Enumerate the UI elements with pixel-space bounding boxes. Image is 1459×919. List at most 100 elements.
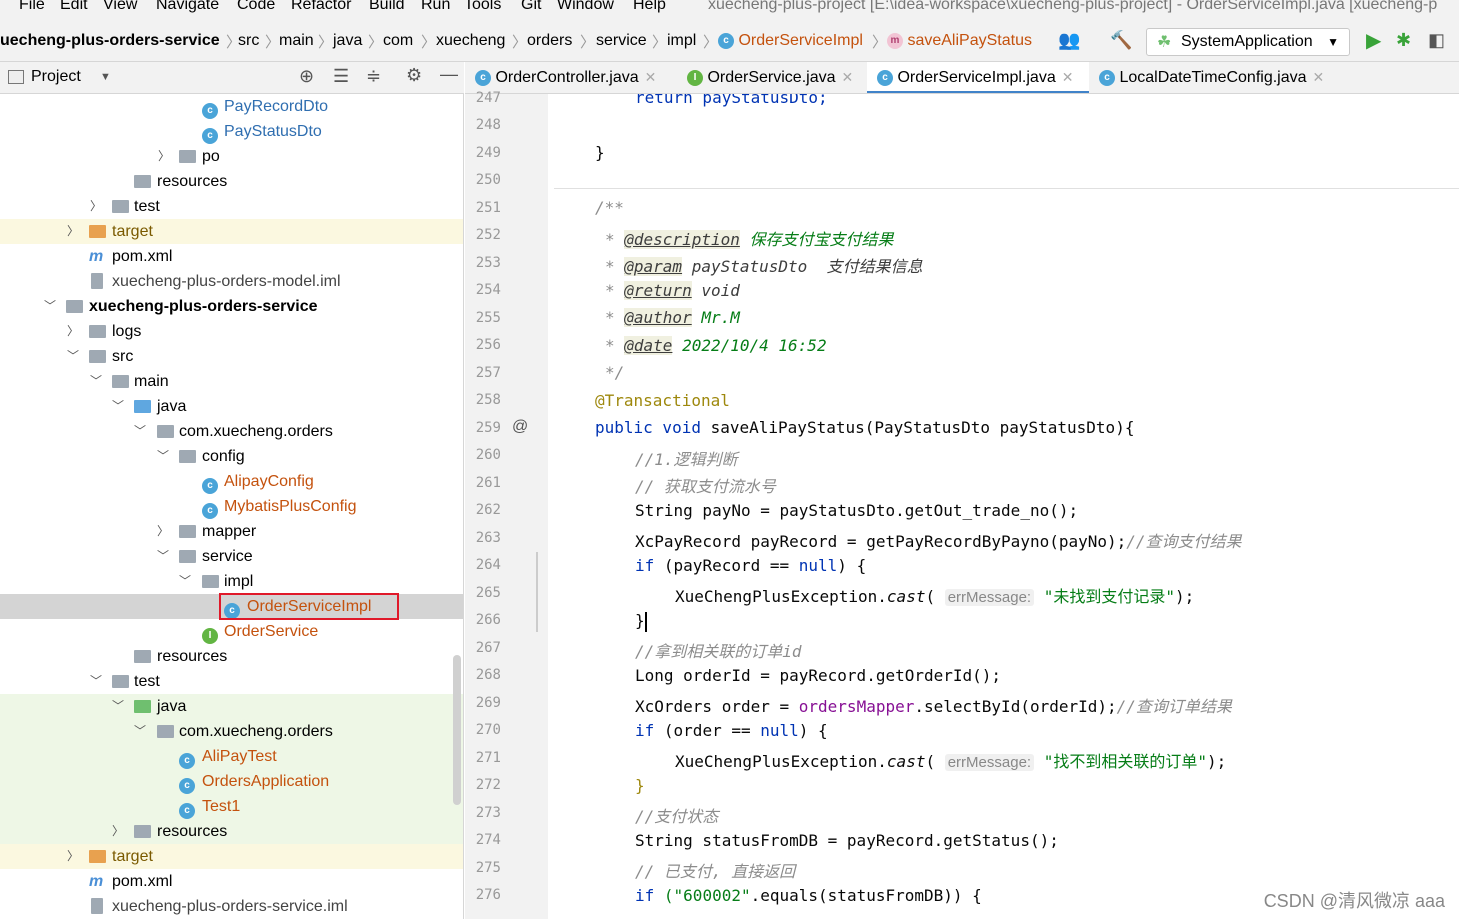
tree-item[interactable]: ﹀ java (0, 394, 463, 419)
tree-item[interactable]: I OrderService (0, 619, 463, 644)
tree-item[interactable]: resources (0, 644, 463, 669)
chevron-right-icon[interactable]: 〉 (67, 319, 79, 344)
tree-item[interactable]: ﹀ impl (0, 569, 463, 594)
tree-item[interactable]: c OrdersApplication (0, 769, 463, 794)
tree-item[interactable]: ﹀ com.xuecheng.orders (0, 719, 463, 744)
tree-item[interactable]: 〉 target (0, 844, 463, 869)
tree-item[interactable]: ﹀ com.xuecheng.orders (0, 419, 463, 444)
tree-item[interactable]: c PayRecordDto (0, 94, 463, 119)
tree-item[interactable]: c MybatisPlusConfig (0, 494, 463, 519)
chevron-down-icon[interactable]: ﹀ (44, 294, 56, 319)
tab-local-date-time-config[interactable]: c LocalDateTimeConfig.java ✕ (1099, 62, 1349, 93)
close-icon[interactable]: ✕ (842, 69, 854, 85)
menu-run[interactable]: Run (421, 0, 450, 14)
menu-view[interactable]: View (103, 0, 137, 14)
tree-item[interactable]: xuecheng-plus-orders-service.iml (0, 894, 463, 919)
chevron-down-icon[interactable]: ﹀ (90, 369, 102, 394)
at-annotation-icon[interactable]: @ (512, 418, 528, 436)
breadcrumb-service[interactable]: service (596, 32, 647, 50)
tree-item[interactable]: xuecheng-plus-orders-model.iml (0, 269, 463, 294)
breadcrumb-com[interactable]: com (383, 32, 413, 50)
chevron-down-icon[interactable]: ﹀ (179, 569, 191, 594)
close-icon[interactable]: ✕ (1062, 69, 1074, 85)
tree-item[interactable]: 〉 test (0, 194, 463, 219)
code-editor[interactable]: return payStatusDto; } /** * @descriptio… (548, 94, 1459, 919)
tab-order-controller[interactable]: c OrderController.java ✕ (475, 62, 675, 93)
menu-file[interactable]: File (19, 0, 45, 14)
chevron-right-icon[interactable]: 〉 (112, 819, 124, 844)
tree-item[interactable]: c PayStatusDto (0, 119, 463, 144)
chevron-right-icon[interactable]: 〉 (67, 219, 79, 244)
breadcrumb-main[interactable]: main (279, 32, 314, 50)
tree-item[interactable]: c AliPayTest (0, 744, 463, 769)
chevron-right-icon[interactable]: 〉 (158, 144, 170, 169)
tree-item-label: AliPayTest (202, 748, 277, 765)
close-icon[interactable]: ✕ (1313, 69, 1325, 85)
tree-item[interactable]: 〉 logs (0, 319, 463, 344)
breadcrumb-xuecheng[interactable]: xuecheng (436, 32, 505, 50)
tree-item[interactable]: 〉 mapper (0, 519, 463, 544)
breadcrumb-orders[interactable]: orders (527, 32, 572, 50)
chevron-down-icon[interactable]: ﹀ (112, 694, 124, 719)
chevron-down-icon[interactable]: ﹀ (134, 419, 146, 444)
chevron-right-icon[interactable]: 〉 (67, 844, 79, 869)
tab-order-service-impl[interactable]: c OrderServiceImpl.java ✕ (867, 62, 1089, 93)
tree-item[interactable]: ﹀ test (0, 669, 463, 694)
tree-item[interactable]: c AlipayConfig (0, 469, 463, 494)
tree-item[interactable]: resources (0, 169, 463, 194)
tab-order-service[interactable]: I OrderService.java ✕ (687, 62, 867, 93)
run-configuration-select[interactable]: ☘ SystemApplication ▼ (1146, 28, 1350, 56)
tree-item[interactable]: 〉 resources (0, 819, 463, 844)
locate-icon[interactable]: ⊕ (299, 66, 314, 87)
menu-code[interactable]: Code (237, 0, 275, 14)
expand-all-icon[interactable]: ☰ (333, 66, 349, 87)
chevron-right-icon[interactable]: 〉 (157, 519, 169, 544)
tree-item[interactable]: ﹀ java (0, 694, 463, 719)
menu-tools[interactable]: Tools (464, 0, 501, 14)
breadcrumb-java[interactable]: java (333, 32, 362, 50)
chevron-down-icon[interactable]: ▼ (100, 71, 111, 83)
build-hammer-icon[interactable]: 🔨 (1110, 30, 1132, 51)
project-icon (8, 70, 24, 84)
breadcrumb-src[interactable]: src (238, 32, 259, 50)
collapse-all-icon[interactable]: ≑ (366, 66, 381, 87)
tree-item[interactable]: c Test1 (0, 794, 463, 819)
tree-item[interactable]: ﹀ config (0, 444, 463, 469)
tree-item-label: target (112, 223, 153, 240)
tree-item[interactable]: 〉 target (0, 219, 463, 244)
tree-item[interactable]: m pom.xml (0, 869, 463, 894)
user-icon[interactable]: 👥 (1058, 30, 1080, 51)
tree-item[interactable]: 〉 po (0, 144, 463, 169)
menu-build[interactable]: Build (369, 0, 405, 14)
tree-scrollbar[interactable] (453, 655, 461, 805)
chevron-down-icon[interactable]: ﹀ (157, 544, 169, 569)
breadcrumb-method[interactable]: m saveAliPayStatus (887, 32, 1032, 50)
run-icon[interactable]: ▶ (1366, 28, 1381, 53)
debug-bug-icon[interactable]: ✱ (1396, 30, 1411, 51)
menu-edit[interactable]: Edit (60, 0, 88, 14)
tree-item[interactable]: m pom.xml (0, 244, 463, 269)
chevron-right-icon[interactable]: 〉 (90, 194, 102, 219)
menu-window[interactable]: Window (557, 0, 614, 14)
tree-item[interactable]: ﹀ src (0, 344, 463, 369)
menu-git[interactable]: Git (521, 0, 541, 14)
menu-navigate[interactable]: Navigate (156, 0, 219, 14)
tree-item[interactable]: ﹀ service (0, 544, 463, 569)
breadcrumb-module[interactable]: uecheng-plus-orders-service (0, 32, 220, 50)
minimize-icon[interactable]: — (440, 64, 458, 85)
breadcrumb-class[interactable]: c OrderServiceImpl (718, 32, 863, 50)
chevron-down-icon[interactable]: ﹀ (134, 719, 146, 744)
close-icon[interactable]: ✕ (645, 69, 657, 85)
breadcrumb-impl[interactable]: impl (667, 32, 696, 50)
coverage-icon[interactable]: ◧ (1428, 30, 1445, 51)
gear-icon[interactable]: ⚙ (406, 65, 422, 86)
chevron-down-icon[interactable]: ﹀ (112, 394, 124, 419)
tree-item[interactable]: ﹀ main (0, 369, 463, 394)
tree-item[interactable]: ﹀ xuecheng-plus-orders-service (0, 294, 463, 319)
chevron-down-icon[interactable]: ﹀ (90, 669, 102, 694)
menu-help[interactable]: Help (633, 0, 666, 14)
menu-refactor[interactable]: Refactor (291, 0, 351, 14)
chevron-down-icon[interactable]: ﹀ (157, 444, 169, 469)
project-panel-title[interactable]: Project (31, 68, 81, 86)
chevron-down-icon[interactable]: ﹀ (67, 344, 79, 369)
